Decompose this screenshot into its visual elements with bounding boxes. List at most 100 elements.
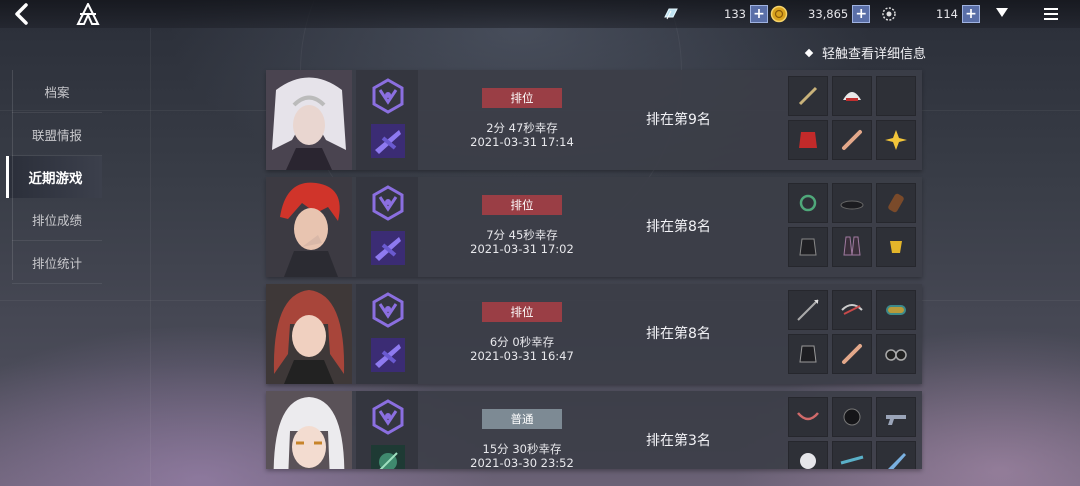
sidebar-item-profile[interactable]: 档案 (12, 70, 102, 113)
team-emblem-icon (372, 185, 404, 221)
bone-icon (842, 130, 862, 150)
mode-badge: 排位 (482, 195, 562, 215)
team-emblem-icon (372, 399, 404, 435)
sidebar-item-rank-stats[interactable]: 排位统计 (12, 241, 102, 284)
item-slot[interactable] (832, 76, 872, 116)
emblem-panel (356, 391, 418, 469)
mode-badge: 排位 (482, 302, 562, 322)
binoculars-icon (885, 349, 907, 361)
sidebar-item-recent-games[interactable]: 近期游戏 (6, 156, 102, 198)
character-portrait (266, 284, 352, 384)
coin-icon (770, 5, 788, 23)
weapon-icon (371, 338, 405, 372)
item-slot[interactable] (788, 76, 828, 116)
item-slot[interactable] (788, 334, 828, 374)
item-slot[interactable] (876, 227, 916, 267)
rifle-icon (840, 455, 864, 465)
placement: 排在第8名 (646, 326, 711, 342)
item-slot[interactable] (876, 120, 916, 160)
back-arrow-icon[interactable] (12, 3, 32, 25)
placement: 排在第3名 (646, 433, 711, 449)
wand-icon (798, 86, 818, 106)
item-slot[interactable] (832, 120, 872, 160)
item-slot[interactable] (876, 76, 916, 116)
helmet-icon (843, 92, 861, 101)
sidebar-item-alliance-intel[interactable]: 联盟情报 (12, 113, 102, 156)
item-slot[interactable] (832, 334, 872, 374)
match-row[interactable]: 普通 15分 30秒幸存 2021-03-30 23:52 排在第3名 (266, 391, 922, 469)
sidebar: 档案 联盟情报 近期游戏 排位成绩 排位统计 (6, 70, 102, 284)
hat-icon (840, 200, 864, 210)
item-slot[interactable] (876, 441, 916, 469)
match-row[interactable]: 排位 2分 47秒幸存 2021-03-31 17:14 排在第9名 (266, 70, 922, 170)
bg-line (150, 28, 151, 486)
hamburger-menu-icon[interactable] (1044, 8, 1058, 20)
team-emblem-icon (372, 78, 404, 114)
match-date: 2021-03-31 17:02 (470, 242, 574, 256)
match-date: 2021-03-31 17:14 (470, 135, 574, 149)
item-grid (788, 397, 918, 469)
sidebar-divider (12, 70, 13, 280)
game-logo-icon[interactable] (76, 3, 100, 25)
white-item-icon (800, 453, 816, 469)
team-emblem-icon (372, 292, 404, 328)
item-slot[interactable] (876, 183, 916, 223)
weapon-icon (371, 231, 405, 265)
placement: 排在第9名 (646, 112, 711, 128)
survive-time: 7分 45秒幸存 (486, 228, 558, 242)
crossbow-icon (841, 304, 863, 315)
credit-counter: 114 + (880, 4, 980, 24)
item-slot[interactable] (788, 227, 828, 267)
dropdown-triangle-icon[interactable] (996, 8, 1008, 17)
item-slot[interactable] (876, 397, 916, 437)
black-coat-icon (799, 345, 817, 363)
coin-counter: 33,865 + (770, 4, 871, 24)
diamond-bullet-icon (804, 48, 814, 57)
top-bar: 133 + 33,865 + 114 + (0, 0, 1080, 28)
match-row[interactable]: 排位 6分 0秒幸存 2021-03-31 16:47 排在第8名 (266, 284, 922, 384)
item-grid (788, 76, 918, 160)
survive-time: 2分 47秒幸存 (486, 121, 558, 135)
blade-icon (888, 453, 906, 469)
gun-icon (886, 415, 906, 425)
item-slot[interactable] (832, 183, 872, 223)
bracelet-icon (886, 305, 906, 315)
mode-badge: 排位 (482, 88, 562, 108)
emblem-panel (356, 70, 418, 170)
item-slot[interactable] (832, 227, 872, 267)
item-slot[interactable] (788, 183, 828, 223)
match-date: 2021-03-30 23:52 (470, 456, 574, 469)
black-armor-icon (799, 238, 817, 256)
crystal-value: 133 (724, 7, 746, 21)
item-slot[interactable] (788, 120, 828, 160)
add-coin-button[interactable]: + (852, 5, 871, 23)
character-portrait (266, 177, 352, 277)
emblem-panel (356, 284, 418, 384)
coin-value: 33,865 (808, 7, 849, 21)
tap-hint-text: 轻触查看详细信息 (822, 47, 927, 62)
match-date: 2021-03-31 16:47 (470, 349, 574, 363)
credit-icon (882, 7, 896, 21)
crystal-counter: 133 + (662, 4, 768, 24)
item-slot[interactable] (788, 290, 828, 330)
weapon-icon (371, 124, 405, 158)
item-slot[interactable] (788, 441, 828, 469)
add-crystal-button[interactable]: + (749, 5, 768, 23)
character-portrait (266, 391, 352, 469)
item-slot[interactable] (788, 397, 828, 437)
sidebar-item-rank-results[interactable]: 排位成绩 (12, 198, 102, 241)
spear-icon (797, 299, 819, 321)
character-portrait (266, 70, 352, 170)
match-row[interactable]: 排位 7分 45秒幸存 2021-03-31 17:02 排在第8名 (266, 177, 922, 277)
item-slot[interactable] (876, 290, 916, 330)
survive-time: 15分 30秒幸存 (482, 442, 562, 456)
item-slot[interactable] (832, 397, 872, 437)
dark-helmet-icon (843, 408, 861, 426)
item-slot[interactable] (876, 334, 916, 374)
item-slot[interactable] (832, 290, 872, 330)
item-grid (788, 183, 918, 267)
recent-games-list: 排位 2分 47秒幸存 2021-03-31 17:14 排在第9名 排位 7分… (266, 70, 922, 476)
item-slot[interactable] (832, 441, 872, 469)
credit-value: 114 (936, 7, 958, 21)
add-credit-button[interactable]: + (961, 5, 980, 23)
